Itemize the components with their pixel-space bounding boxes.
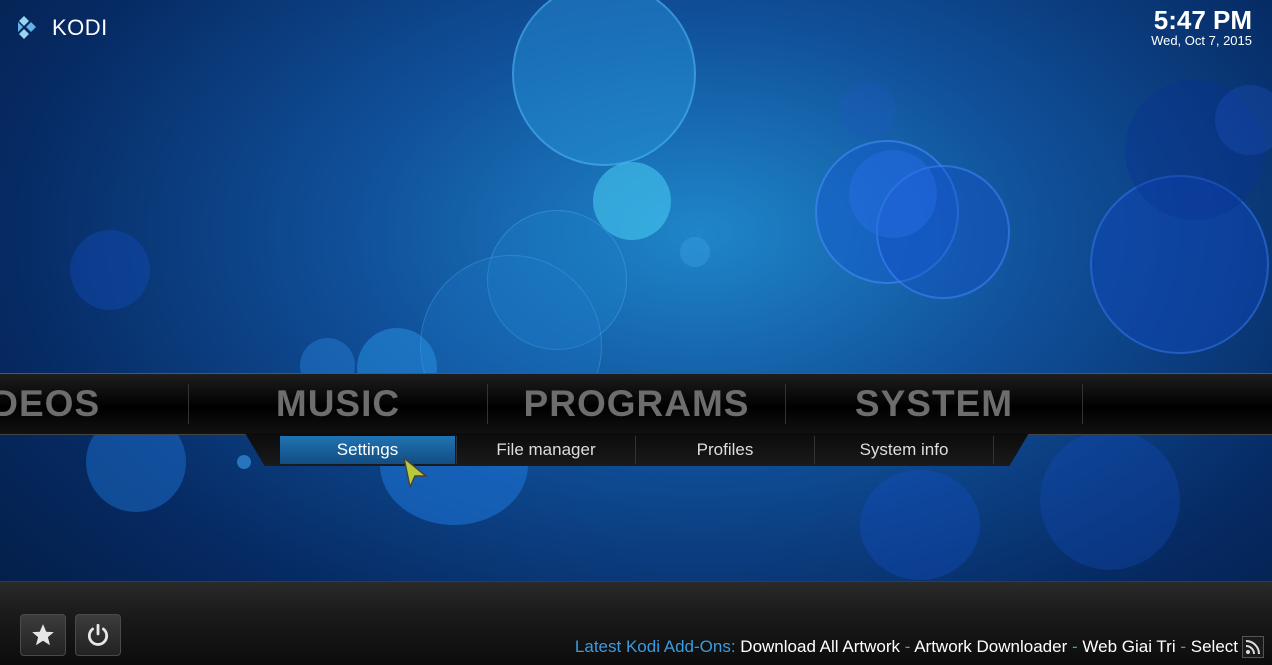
clock-time: 5:47 PM [1153, 5, 1252, 35]
ticker-item: Select [1190, 637, 1238, 656]
submenu-separator [993, 436, 994, 464]
ticker-separator: - [904, 637, 911, 656]
background-bokeh [1090, 175, 1269, 354]
system-submenu: Settings File manager Profiles System in… [245, 433, 1029, 466]
ticker-separator: - [1180, 637, 1187, 656]
rss-ticker: Latest Kodi Add-Ons: Download All Artwor… [575, 637, 1238, 657]
background-bokeh [849, 150, 937, 238]
menu-item-videos[interactable]: IDEOS [0, 374, 130, 434]
power-button[interactable] [75, 614, 121, 656]
background-bokeh [593, 162, 671, 240]
favourites-button[interactable] [20, 614, 66, 656]
star-icon [32, 624, 54, 646]
submenu-item-file-manager[interactable]: File manager [457, 436, 635, 464]
submenu-item-profiles[interactable]: Profiles [636, 436, 814, 464]
main-menu: IDEOS MUSIC PROGRAMS SYSTEM [0, 373, 1272, 435]
background-bokeh [860, 470, 980, 580]
background-bokeh [1215, 85, 1272, 155]
menu-item-system[interactable]: SYSTEM [786, 374, 1082, 434]
background-bokeh [838, 82, 896, 140]
background-bokeh [487, 210, 627, 350]
menu-item-programs[interactable]: PROGRAMS [488, 374, 785, 434]
ticker-item: Web Giai Tri [1082, 637, 1176, 656]
submenu-item-settings[interactable]: Settings [280, 436, 455, 464]
background-bokeh [876, 165, 1010, 299]
clock-date: Wed, Oct 7, 2015 [1151, 33, 1252, 48]
ticker-lead: Latest Kodi Add-Ons: [574, 637, 736, 656]
background-bokeh [70, 230, 150, 310]
background-bokeh [512, 0, 696, 166]
submenu-item-system-info[interactable]: System info [815, 436, 993, 464]
power-icon [87, 623, 109, 646]
menu-item-music[interactable]: MUSIC [189, 374, 487, 434]
ticker-separator: - [1071, 637, 1078, 656]
background-bokeh [1040, 430, 1180, 570]
background-bokeh [815, 140, 959, 284]
clock: 5:47 PM Wed, Oct 7, 2015 [1151, 6, 1252, 48]
kodi-logo: KODI [14, 12, 108, 44]
mouse-cursor-icon [402, 456, 429, 490]
footer-bar: Latest Kodi Add-Ons: Download All Artwor… [0, 581, 1272, 665]
rss-icon [1242, 636, 1264, 658]
kodi-logo-icon [14, 12, 46, 44]
background-bokeh [237, 455, 251, 469]
menu-separator [1082, 384, 1083, 424]
background-bokeh [1125, 80, 1265, 220]
ticker-item: Download All Artwork [740, 637, 900, 656]
ticker-item: Artwork Downloader [914, 637, 1068, 656]
kodi-logo-text: KODI [52, 15, 108, 40]
background-bokeh [680, 237, 710, 267]
